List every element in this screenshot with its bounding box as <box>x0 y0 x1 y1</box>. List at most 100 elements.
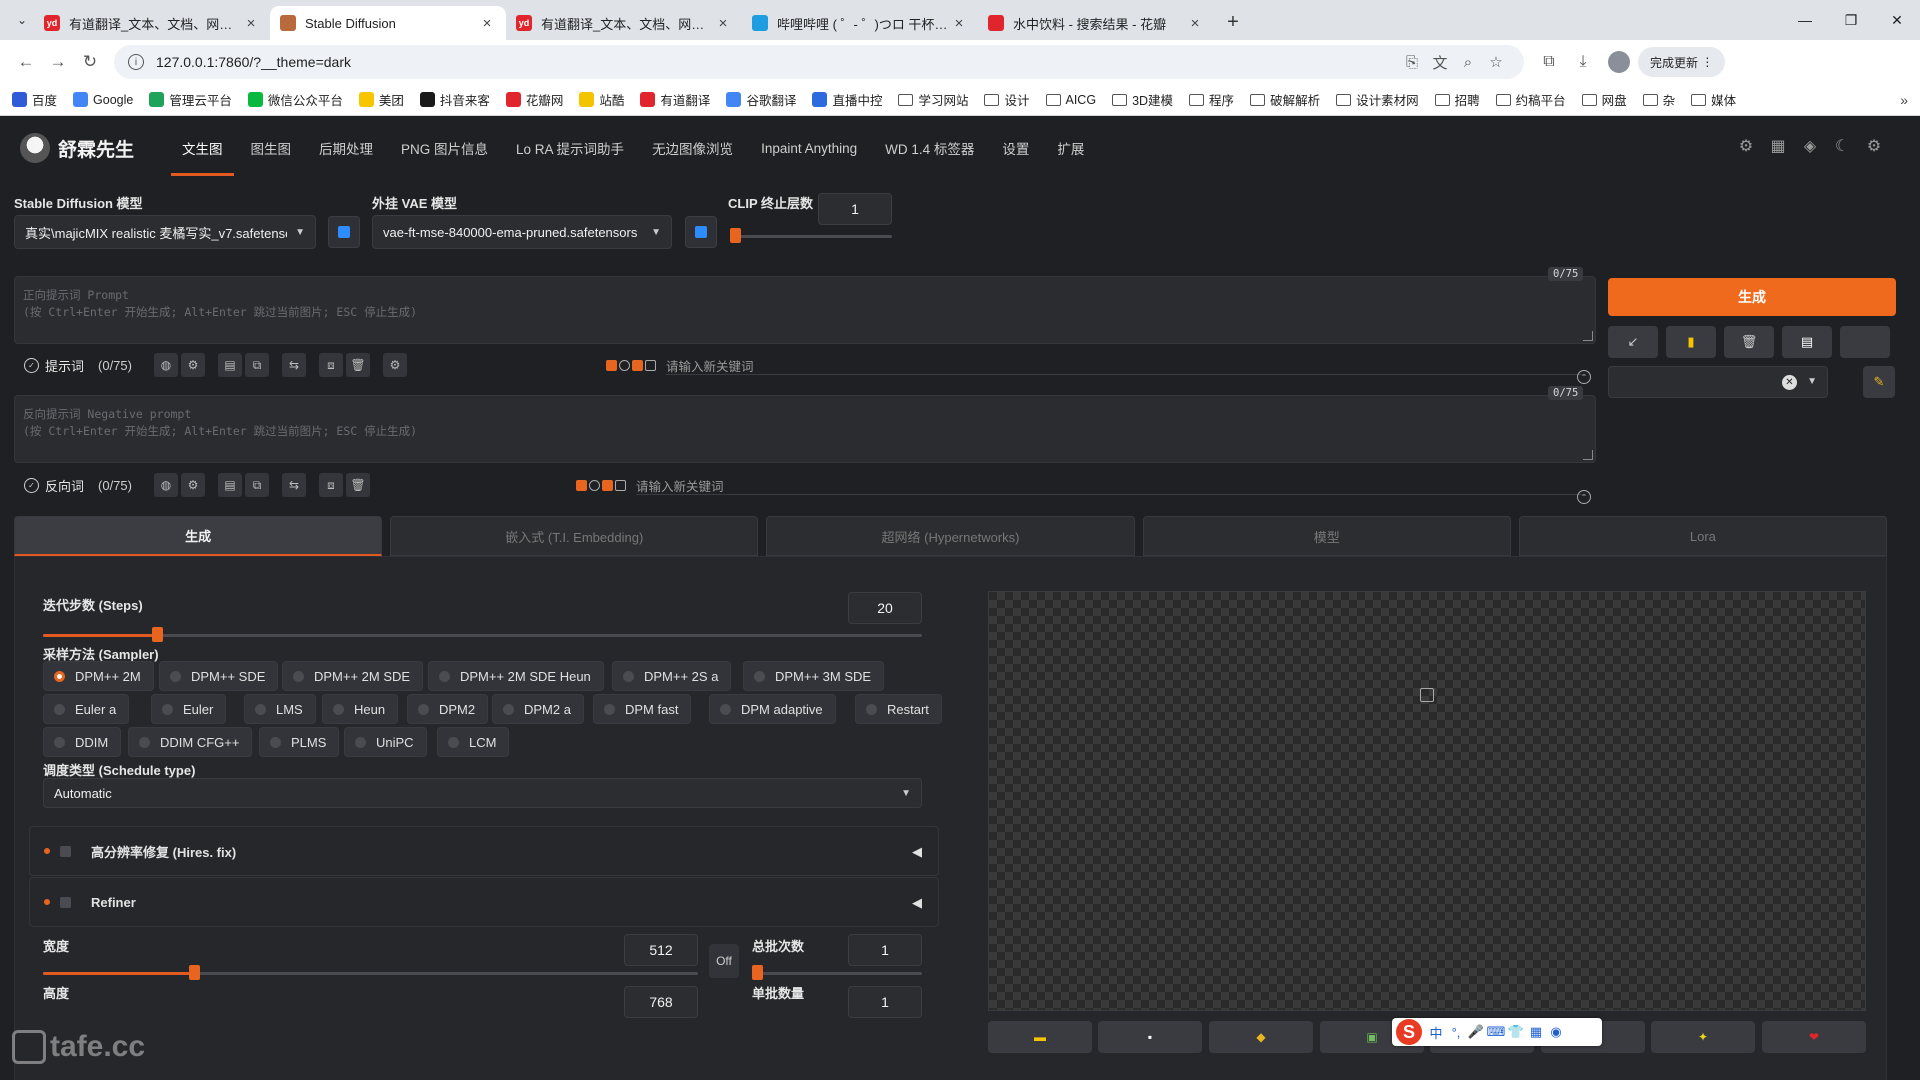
bookmark-item[interactable]: AICG <box>1045 93 1096 107</box>
clock-icon[interactable] <box>589 479 600 491</box>
nav-tab[interactable]: 文生图 <box>171 116 234 180</box>
sub-tab[interactable]: 嵌入式 (T.I. Embedding) <box>390 516 759 556</box>
site-info-icon[interactable]: i <box>128 54 144 70</box>
ime-chinese-icon[interactable]: 中 <box>1426 1023 1446 1042</box>
zoom-icon[interactable]: ⌕ <box>1454 54 1482 71</box>
paste-icon[interactable]: ▤ <box>217 473 242 497</box>
bookmark-item[interactable]: 设计素材网 <box>1336 90 1419 109</box>
browser-tab[interactable]: 哔哩哔哩 ( ゜- ゜)つロ 干杯~-b × <box>742 6 978 40</box>
sub-tab[interactable]: 生成 <box>14 516 383 556</box>
avatar-icon[interactable]: ◉ <box>1546 1024 1566 1040</box>
prompt-textarea[interactable]: 正向提示词 Prompt (按 Ctrl+Enter 开始生成; Alt+Ent… <box>14 276 1596 344</box>
arrow-icon[interactable]: ↙ <box>1608 326 1658 358</box>
sampler-option[interactable]: LMS <box>244 694 316 724</box>
sampler-option[interactable]: LCM <box>437 727 510 757</box>
heart-icon[interactable]: ❤ <box>1762 1021 1866 1053</box>
nav-tab[interactable]: Inpaint Anything <box>750 116 868 180</box>
sampler-option[interactable]: DPM++ SDE <box>159 661 279 691</box>
bookmark-item[interactable]: 花瓣网 <box>505 90 563 109</box>
browser-tab[interactable]: 水中饮料 - 搜索结果 - 花瓣 × <box>978 6 1214 40</box>
copy-icon[interactable]: ⧉ <box>244 353 269 377</box>
install-app-icon[interactable]: ⎘ <box>1398 54 1426 71</box>
copy-icon[interactable]: ⧉ <box>244 473 269 497</box>
vae-refresh-button[interactable] <box>685 216 717 248</box>
globe-icon[interactable]: ◍ <box>153 473 178 497</box>
resize-handle-icon[interactable] <box>1583 450 1593 460</box>
sampler-option[interactable]: Restart <box>855 694 942 724</box>
bookmark-item[interactable]: 破解解析 <box>1250 90 1320 109</box>
browser-tab[interactable]: yd 有道翻译_文本、文档、网页、 × <box>506 6 742 40</box>
width-input[interactable]: 512 <box>624 934 698 966</box>
settings-cog-icon[interactable]: ⚙ <box>1730 136 1762 156</box>
tab-search-icon[interactable]: ⌄ <box>10 6 34 34</box>
trash-icon[interactable]: 🗑 <box>1724 326 1774 358</box>
bookmark-item[interactable]: 直播中控 <box>812 90 882 109</box>
keyword-checkbox[interactable] <box>576 479 587 491</box>
extensions-icon[interactable]: ⧉ <box>1532 53 1566 71</box>
bookmark-item[interactable]: Google <box>73 92 133 107</box>
bookmark-item[interactable]: 3D建模 <box>1112 90 1173 109</box>
hires-fix-accordion[interactable]: 高分辨率修复 (Hires. fix) ◀ <box>29 826 939 876</box>
sampler-option[interactable]: UniPC <box>344 727 427 757</box>
nav-tab[interactable]: 无边图像浏览 <box>641 116 744 180</box>
bookmark-item[interactable]: 杂 <box>1642 90 1675 109</box>
sampler-option[interactable]: DDIM CFG++ <box>128 727 253 757</box>
bookmark-item[interactable]: 谷歌翻译 <box>726 90 796 109</box>
steps-input[interactable]: 20 <box>848 592 922 624</box>
apps-icon[interactable]: ▦ <box>1526 1024 1546 1040</box>
settings-icon[interactable]: ⚙ <box>180 353 205 377</box>
trash-icon[interactable]: 🗑 <box>345 473 370 497</box>
sampler-option[interactable]: DDIM <box>43 727 122 757</box>
extra-style-button[interactable] <box>1840 326 1890 358</box>
sub-tab[interactable]: 超网络 (Hypernetworks) <box>766 516 1135 556</box>
bookmark-item[interactable]: 有道翻译 <box>640 90 710 109</box>
swap-dimensions-button[interactable]: Off <box>709 944 739 978</box>
clock-icon[interactable] <box>619 359 630 371</box>
bookmark-icon[interactable]: ▮ <box>1666 326 1716 358</box>
theme-icon[interactable]: ◈ <box>1794 136 1826 156</box>
vae-select[interactable]: vae-ft-mse-840000-ema-pruned.safetensors… <box>372 215 672 249</box>
nav-tab[interactable]: 扩展 <box>1046 116 1095 180</box>
sampler-option[interactable]: Euler a <box>43 694 130 724</box>
batch-count-input[interactable]: 1 <box>848 934 922 966</box>
bookmark-item[interactable]: 约稿平台 <box>1495 90 1566 109</box>
history-icon[interactable]: ⧈ <box>318 473 343 497</box>
sampler-option[interactable]: DPM2 <box>407 694 489 724</box>
bookmark-item[interactable]: 网盘 <box>1581 90 1627 109</box>
moon-icon[interactable]: ☾ <box>1826 136 1858 156</box>
trash-icon[interactable]: 🗑 <box>345 353 370 377</box>
clipboard-icon[interactable]: ▤ <box>1782 326 1832 358</box>
refiner-accordion[interactable]: Refiner ◀ <box>29 877 939 927</box>
prompt-keyword-input[interactable]: 请输入新关键词 <box>666 356 754 375</box>
keyword-checkbox[interactable] <box>645 359 656 371</box>
nav-tab[interactable]: Lo RA 提示词助手 <box>505 116 635 180</box>
steps-slider-track[interactable] <box>43 634 922 637</box>
negative-keyword-input[interactable]: 请输入新关键词 <box>636 476 724 495</box>
negative-prompt-textarea[interactable]: 反向提示词 Negative prompt (按 Ctrl+Enter 开始生成… <box>14 395 1596 463</box>
nav-tab[interactable]: 设置 <box>991 116 1040 180</box>
bookmark-item[interactable]: 管理云平台 <box>149 90 232 109</box>
download-icon[interactable]: ⤓ <box>1566 53 1600 71</box>
address-bar[interactable]: i 127.0.0.1:7860/?__theme=dark ⎘ 文 ⌕ ☆ <box>114 45 1524 79</box>
browser-tab[interactable]: yd 有道翻译_文本、文档、网页、 × <box>34 6 270 40</box>
refiner-checkbox[interactable] <box>60 896 71 908</box>
keyboard-icon[interactable]: ⌨ <box>1486 1024 1506 1040</box>
bookmark-item[interactable]: 抖音来客 <box>419 90 490 109</box>
paste-icon[interactable]: ▤ <box>217 353 242 377</box>
bookmark-item[interactable]: 美团 <box>358 90 404 109</box>
sogou-logo-icon[interactable]: S <box>1396 1019 1422 1045</box>
clip-slider-track[interactable] <box>730 235 892 238</box>
more-bookmarks-icon[interactable]: » <box>1900 92 1908 108</box>
chevron-up-icon[interactable]: ⌃ <box>1577 490 1591 504</box>
ime-punct-icon[interactable]: °, <box>1446 1025 1466 1040</box>
translate-icon[interactable]: 文 <box>1426 52 1454 73</box>
model-refresh-button[interactable] <box>328 216 360 248</box>
chevron-up-icon[interactable]: ⌃ <box>1577 370 1591 384</box>
sub-tab[interactable]: 模型 <box>1142 516 1511 556</box>
keyword-checkbox[interactable] <box>606 359 617 371</box>
bookmark-item[interactable]: 设计 <box>984 90 1030 109</box>
batch-count-slider-thumb[interactable] <box>752 965 763 980</box>
minimize-icon[interactable]: — <box>1782 0 1828 40</box>
sampler-option[interactable]: DPM++ 2M <box>43 661 154 691</box>
sampler-option[interactable]: DPM++ 2S a <box>612 661 732 691</box>
